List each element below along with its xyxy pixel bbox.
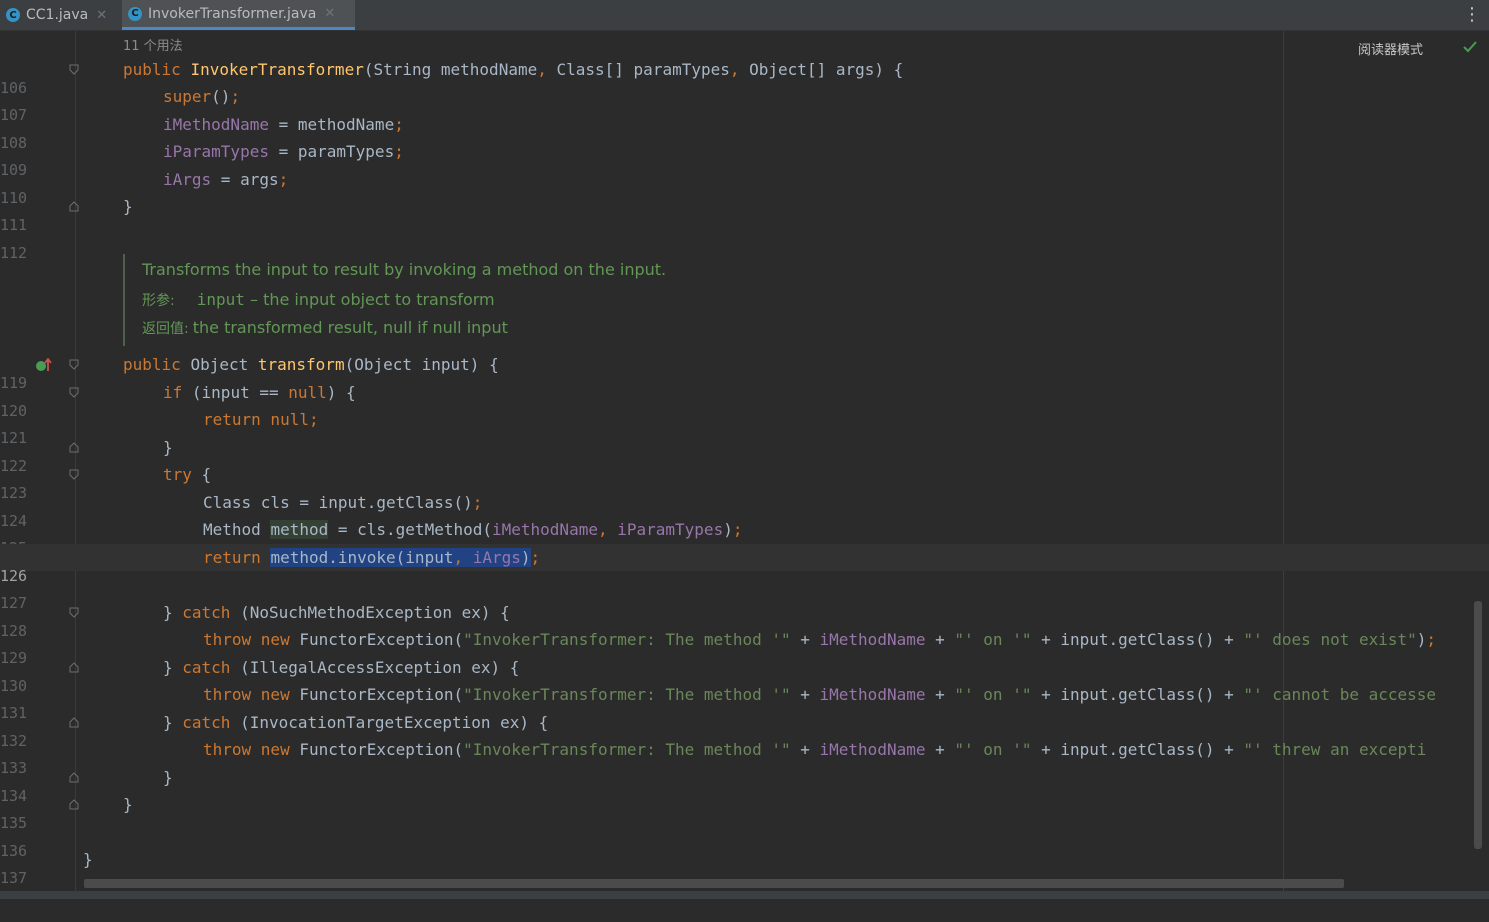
fold-open-icon[interactable] (69, 387, 79, 398)
code-line: 128 } catch (NoSuchMethodException ex) { (0, 599, 1489, 640)
fold-end-icon[interactable] (69, 772, 79, 783)
inspection-ok-icon[interactable] (1462, 39, 1478, 55)
fold-end-icon[interactable] (69, 799, 79, 810)
tab-cc1-java[interactable]: C CC1.java ✕ (0, 0, 116, 30)
code-text: throw new FunctorException("InvokerTrans… (203, 630, 1437, 649)
fold-end-icon[interactable] (69, 442, 79, 453)
code-line: 123 try { (0, 461, 1489, 502)
code-text: } catch (InvocationTargetException ex) { (163, 713, 549, 732)
doc-param: 形参: input – the input object to transform (142, 290, 495, 310)
code-line: 119 public Object transform(Object input… (0, 351, 1489, 392)
code-text: throw new FunctorException("InvokerTrans… (203, 685, 1437, 704)
usage-count-hint[interactable]: 11 个用法 (123, 35, 183, 54)
close-icon[interactable]: ✕ (324, 6, 335, 21)
code-line: 110 iArgs = args; (0, 166, 1489, 207)
doc-return: 返回值: the transformed result, null if null… (142, 318, 508, 338)
fold-open-icon[interactable] (69, 64, 79, 75)
close-icon[interactable]: ✕ (96, 8, 107, 23)
code-text: iArgs = args; (163, 170, 289, 189)
doc-param-name: input (196, 290, 245, 309)
fold-end-icon[interactable] (69, 201, 79, 212)
code-line: 122 } (0, 434, 1489, 475)
code-line: 133 throw new FunctorException("InvokerT… (0, 736, 1489, 777)
rendered-javadoc[interactable]: Transforms the input to result by invoki… (123, 254, 1025, 346)
code-line: 135 } (0, 791, 1489, 832)
doc-return-desc: the transformed result, null if null inp… (192, 318, 508, 337)
code-text: public Object transform(Object input) { (123, 355, 499, 374)
code-text: Class cls = input.getClass(); (203, 493, 483, 512)
code-text: throw new FunctorException("InvokerTrans… (203, 740, 1427, 759)
line-number: 112 (0, 244, 28, 262)
code-text: } (163, 768, 173, 787)
code-text: } catch (NoSuchMethodException ex) { (163, 603, 510, 622)
code-line: 111 } (0, 193, 1489, 234)
implements-method-icon[interactable] (35, 358, 53, 372)
fold-open-icon[interactable] (69, 359, 79, 370)
code-text: } catch (IllegalAccessException ex) { (163, 658, 520, 677)
java-class-run-icon: C (6, 8, 20, 22)
code-text: try { (163, 465, 212, 484)
code-text: return method.invoke(input, iArgs); (203, 548, 541, 567)
doc-summary: Transforms the input to result by invoki… (142, 260, 667, 279)
fold-end-icon[interactable] (69, 662, 79, 673)
code-text: public InvokerTransformer(String methodN… (123, 60, 904, 79)
tab-invokertransformer-java[interactable]: C InvokerTransformer.java ✕ (122, 0, 355, 30)
java-class-icon: C (128, 6, 142, 21)
fold-open-icon[interactable] (69, 607, 79, 618)
code-line: 109 iParamTypes = paramTypes; (0, 138, 1489, 179)
bottom-toolbar-strip (0, 891, 1489, 899)
code-text: } (83, 850, 93, 869)
code-line: 125 Method method = cls.getMethod(iMetho… (0, 516, 1489, 557)
code-line: 121 return null; (0, 406, 1489, 447)
code-line: 124 Class cls = input.getClass(); (0, 489, 1489, 530)
code-line: 130 } catch (IllegalAccessException ex) … (0, 654, 1489, 695)
more-options-icon[interactable]: ⋮ (1463, 4, 1481, 26)
code-line: 136 (0, 819, 1489, 860)
editor-tab-bar: C CC1.java ✕ C InvokerTransformer.java ✕… (0, 0, 1489, 31)
code-editor[interactable]: 11 个用法 阅读器模式 106 public InvokerTransform… (0, 31, 1489, 891)
fold-end-icon[interactable] (69, 717, 79, 728)
code-line-current: 126 return method.invoke(input, iArgs); (0, 544, 1489, 585)
code-line: 120 if (input == null) { (0, 379, 1489, 420)
code-line: 112 (0, 221, 1489, 262)
code-text: } (163, 438, 173, 457)
code-text: iMethodName = methodName; (163, 115, 404, 134)
doc-return-tag: 返回值: (142, 321, 189, 337)
doc-param-tag: 形参: (142, 293, 175, 309)
horizontal-scrollbar[interactable] (84, 879, 1344, 888)
doc-param-desc: – the input object to transform (244, 290, 495, 309)
code-line: 137 } (0, 846, 1489, 887)
code-text: Method method = cls.getMethod(iMethodNam… (203, 520, 743, 539)
tab-label: InvokerTransformer.java (148, 5, 317, 22)
vertical-scrollbar[interactable] (1474, 601, 1482, 849)
code-text: if (input == null) { (163, 383, 356, 402)
code-line: 131 throw new FunctorException("InvokerT… (0, 681, 1489, 722)
code-text: iParamTypes = paramTypes; (163, 142, 404, 161)
code-line: 129 throw new FunctorException("InvokerT… (0, 626, 1489, 667)
code-line: 134 } (0, 764, 1489, 805)
code-text: } (123, 795, 133, 814)
code-text: super(); (163, 87, 241, 106)
code-line: 132 } catch (InvocationTargetException e… (0, 709, 1489, 750)
code-line: 108 iMethodName = methodName; (0, 111, 1489, 152)
code-line: 107 super(); (0, 83, 1489, 124)
tab-label: CC1.java (26, 7, 89, 23)
code-line: 106 public InvokerTransformer(String met… (0, 56, 1489, 97)
code-line: 127 (0, 571, 1489, 612)
code-text: return null; (203, 410, 319, 429)
code-text: } (123, 197, 133, 216)
fold-open-icon[interactable] (69, 469, 79, 480)
